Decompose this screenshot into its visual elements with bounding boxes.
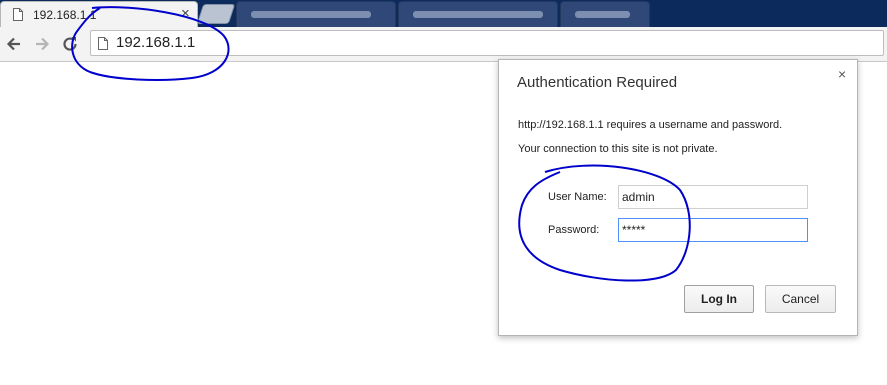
forward-icon[interactable] bbox=[32, 34, 52, 54]
close-icon[interactable]: × bbox=[838, 66, 846, 82]
tab-background-1[interactable] bbox=[236, 1, 396, 27]
dialog-title: Authentication Required bbox=[517, 74, 678, 91]
username-field[interactable] bbox=[618, 185, 808, 209]
username-label: User Name: bbox=[548, 191, 607, 203]
tab-close-icon[interactable]: × bbox=[181, 5, 190, 23]
tab-background-3[interactable] bbox=[560, 1, 650, 27]
authentication-dialog: Authentication Required × http://192.168… bbox=[498, 59, 858, 336]
tab-strip: 192.168.1.1 × bbox=[0, 0, 887, 27]
page-icon bbox=[13, 8, 23, 21]
reload-icon[interactable] bbox=[60, 34, 80, 54]
connection-warning: Your connection to this site is not priv… bbox=[518, 143, 718, 155]
address-bar[interactable]: 192.168.1.1 bbox=[90, 30, 884, 56]
password-field[interactable] bbox=[618, 218, 808, 242]
url-text[interactable]: 192.168.1.1 bbox=[116, 34, 195, 51]
tab-active[interactable]: 192.168.1.1 × bbox=[0, 1, 198, 27]
auth-message: http://192.168.1.1 requires a username a… bbox=[518, 119, 783, 131]
browser-toolbar: 192.168.1.1 bbox=[0, 27, 887, 62]
back-icon[interactable] bbox=[4, 34, 24, 54]
cancel-button[interactable]: Cancel bbox=[765, 285, 836, 313]
password-label: Password: bbox=[548, 224, 600, 236]
tab-background-2[interactable] bbox=[398, 1, 558, 27]
log-in-button[interactable]: Log In bbox=[684, 285, 754, 313]
tab-title: 192.168.1.1 bbox=[33, 8, 97, 22]
new-tab-button[interactable] bbox=[196, 4, 236, 24]
page-icon bbox=[98, 37, 108, 50]
